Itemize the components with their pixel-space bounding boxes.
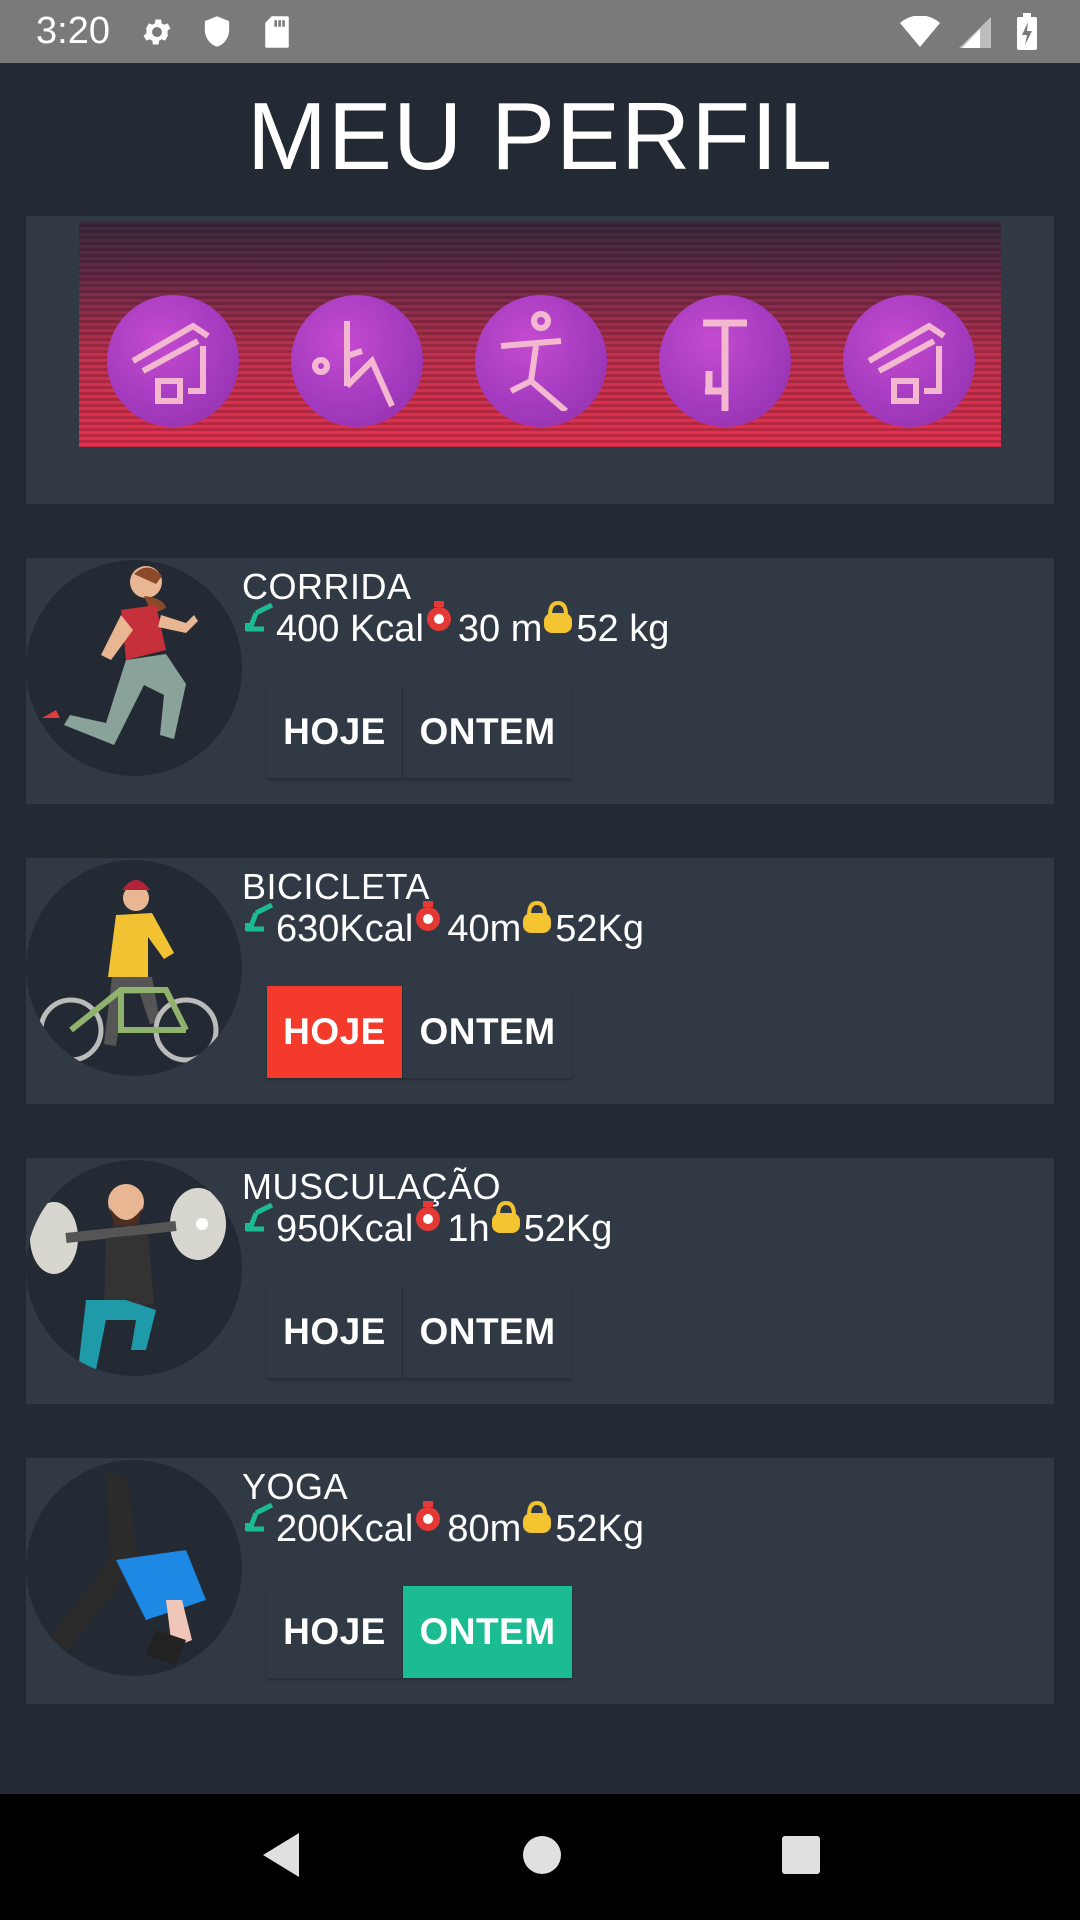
stopwatch-icon xyxy=(413,1500,447,1541)
ontem-button[interactable]: ONTEM xyxy=(402,986,572,1078)
exercise-card-musculacao: MUSCULAÇÃO 950Kcal 1h 52Kg HOJE ONTEM xyxy=(26,1158,1054,1404)
exercise-card-corrida: CORRIDA 400 Kcal 30 m 52 kg HOJE ONTEM xyxy=(26,558,1054,804)
recents-icon[interactable] xyxy=(781,1835,821,1880)
exercise-stats: 200Kcal 80m 52Kg xyxy=(242,1500,644,1551)
yoga-icon xyxy=(291,295,423,427)
exercise-bike-icon xyxy=(843,295,975,427)
exercise-bike-icon xyxy=(242,1201,276,1241)
day-toggle: HOJE ONTEM xyxy=(267,986,572,1078)
battery-charging-icon xyxy=(1010,12,1044,50)
stopwatch-icon xyxy=(424,600,458,641)
wifi-icon xyxy=(900,15,940,49)
exercise-bike-icon xyxy=(242,1501,276,1541)
weight-value: 52Kg xyxy=(555,908,644,950)
settings-icon xyxy=(140,15,174,49)
kettlebell-icon xyxy=(521,1500,555,1541)
hoje-button[interactable]: HOJE xyxy=(267,1286,402,1378)
weightlifter-icon xyxy=(26,1160,242,1376)
status-time: 3:20 xyxy=(36,10,110,52)
running-icon xyxy=(475,295,607,427)
exercise-name: MUSCULAÇÃO xyxy=(242,1166,502,1207)
time-value: 30 m xyxy=(457,608,543,650)
activity-banner xyxy=(79,221,1001,447)
banner-card xyxy=(26,216,1054,504)
shield-icon xyxy=(200,15,234,49)
day-toggle: HOJE ONTEM xyxy=(267,1586,572,1678)
home-icon[interactable] xyxy=(522,1835,562,1880)
time-value: 40m xyxy=(447,908,522,950)
stopwatch-icon xyxy=(413,900,447,941)
status-bar: 3:20 xyxy=(0,0,1080,63)
back-icon[interactable] xyxy=(259,1831,303,1884)
weightlifting-icon xyxy=(659,295,791,427)
ontem-button[interactable]: ONTEM xyxy=(402,686,572,778)
runner-icon xyxy=(26,560,242,776)
hoje-button[interactable]: HOJE xyxy=(267,686,402,778)
exercise-stats: 400 Kcal 30 m 52 kg xyxy=(242,600,670,651)
day-toggle: HOJE ONTEM xyxy=(267,686,572,778)
ontem-button[interactable]: ONTEM xyxy=(402,1286,572,1378)
signal-icon xyxy=(958,15,992,49)
kettlebell-icon xyxy=(521,900,555,941)
exercise-card-yoga: YOGA 200Kcal 80m 52Kg HOJE ONTEM xyxy=(26,1458,1054,1704)
weight-value: 52 kg xyxy=(576,608,670,650)
time-value: 1h xyxy=(447,1208,490,1250)
exercise-stats: 630Kcal 40m 52Kg xyxy=(242,900,644,951)
weight-value: 52Kg xyxy=(523,1208,613,1250)
kcal-value: 200Kcal xyxy=(276,1508,414,1550)
stopwatch-icon xyxy=(413,1200,447,1241)
day-toggle: HOJE ONTEM xyxy=(267,1286,572,1378)
kcal-value: 630Kcal xyxy=(276,908,414,950)
time-value: 80m xyxy=(447,1508,522,1550)
kettlebell-icon xyxy=(542,600,576,641)
exercise-card-bicicleta: BICICLETA 630Kcal 40m 52Kg HOJE ONTEM xyxy=(26,858,1054,1104)
kettlebell-icon xyxy=(490,1200,524,1241)
kcal-value: 400 Kcal xyxy=(276,608,424,650)
exercise-bike-icon xyxy=(107,295,239,427)
hoje-button[interactable]: HOJE xyxy=(267,986,402,1078)
exercise-bike-icon xyxy=(242,901,276,941)
navigation-bar xyxy=(0,1794,1080,1920)
ontem-button[interactable]: ONTEM xyxy=(402,1586,572,1678)
hoje-button[interactable]: HOJE xyxy=(267,1586,402,1678)
yoga-pose-icon xyxy=(26,1460,242,1676)
exercise-stats: 950Kcal 1h 52Kg xyxy=(242,1200,613,1251)
weight-value: 52Kg xyxy=(555,1508,644,1550)
kcal-value: 950Kcal xyxy=(276,1208,414,1250)
exercise-bike-icon xyxy=(242,601,276,641)
page-title: MEU PERFIL xyxy=(246,83,834,190)
cyclist-icon xyxy=(26,860,242,1076)
sd-card-icon xyxy=(260,15,294,49)
